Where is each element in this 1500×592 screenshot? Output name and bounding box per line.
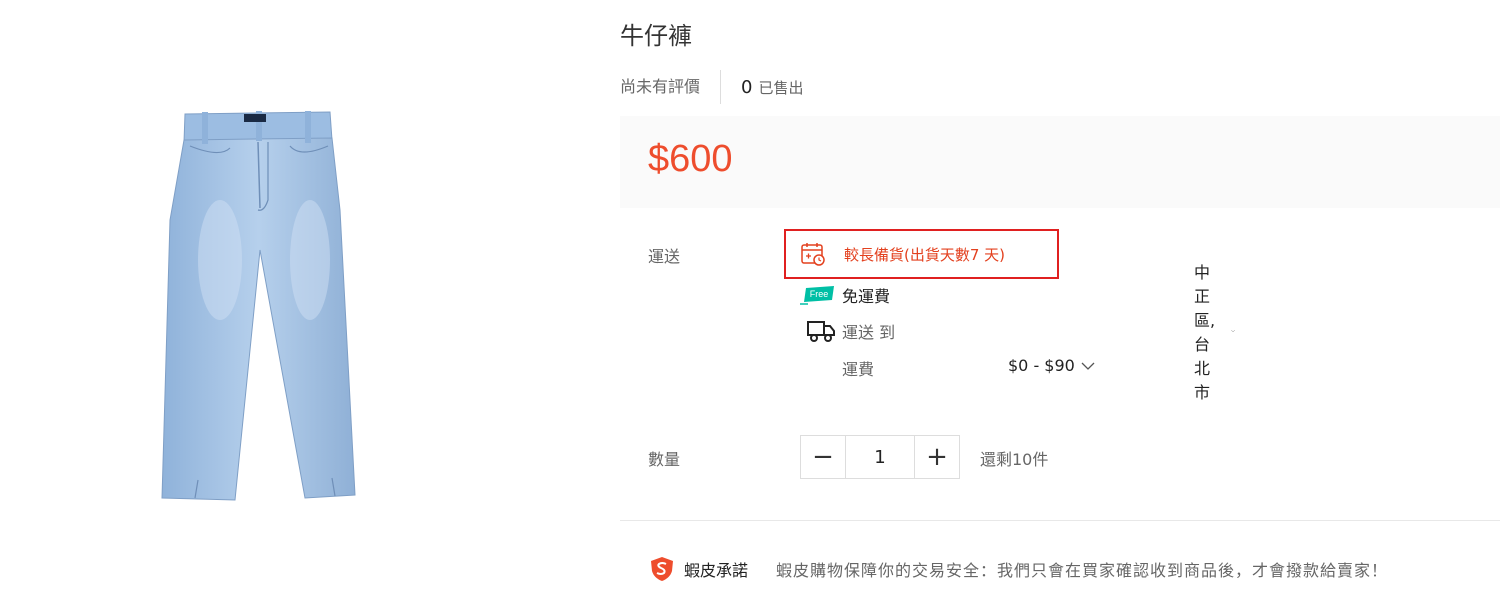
stock-remaining: 還剩10件 [980,450,1049,469]
sold-label: 已售出 [758,78,804,97]
free-shipping-icon: Free [800,286,834,305]
jeans-image[interactable] [140,100,380,530]
decrease-quantity-button[interactable]: − [801,436,845,478]
increase-quantity-button[interactable]: + [915,436,959,478]
quantity-label: 數量 [648,450,681,469]
quantity-stepper: − 1 + [800,435,960,479]
product-info-panel: 牛仔褲 尚未有評價 0 已售出 $600 運送 較長備貨(出貨天數7 天) Fr… [620,0,1500,592]
calendar-clock-icon [801,243,825,266]
product-image-area [0,0,620,592]
product-price: $600 [648,138,733,180]
rating-text[interactable]: 尚未有評價 [620,70,722,104]
guarantee-text: 蝦皮購物保障你的交易安全：我們只會在買家確認收到商品後，才會撥款給賣家！ [776,561,1389,580]
sold-count: 0 [741,76,753,98]
shopee-guarantee: 蝦皮承諾 蝦皮購物保障你的交易安全：我們只會在買家確認收到商品後，才會撥款給賣家… [648,555,1388,583]
product-title: 牛仔褲 [620,22,692,50]
shipping-fee-label: 運費 [842,360,875,379]
preorder-notice: 較長備貨(出貨天數7 天) [784,229,1059,279]
divider [620,520,1500,521]
product-stats: 尚未有評價 0 已售出 [620,70,803,104]
free-shipping-row: Free 免運費 [800,283,890,307]
shipping-label: 運送 [648,247,681,266]
preorder-notice-text: 較長備貨(出貨天數7 天) [844,245,1006,264]
free-badge-text: Free [810,289,829,299]
shield-icon [651,557,673,581]
ship-to-label: 運送 到 [842,323,896,342]
free-shipping-text: 免運費 [842,287,891,306]
truck-icon [807,321,835,342]
shipping-fee-value: $0 - $90 [1008,356,1075,375]
quantity-input[interactable]: 1 [845,436,915,478]
sold-stat: 0 已售出 [721,77,803,98]
ship-to-location-select[interactable]: 中正區, 台北市 [1194,259,1235,403]
chevron-down-icon [1231,329,1235,333]
shipping-fee-select[interactable]: $0 - $90 [1008,356,1095,375]
price-box: $600 [620,116,1500,208]
ship-to-location: 中正區, 台北市 [1194,263,1216,402]
chevron-down-icon [1081,362,1095,370]
ship-to-row: 運送 到 中正區, 台北市 [806,263,1235,402]
guarantee-title[interactable]: 蝦皮承諾 [684,557,748,581]
